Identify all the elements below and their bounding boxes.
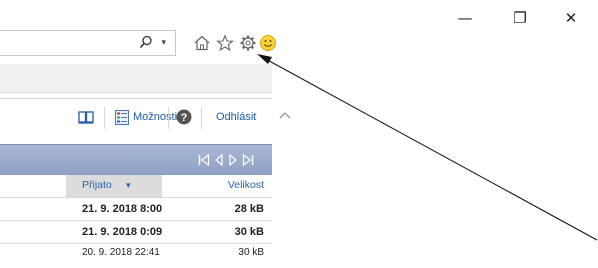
annotation-arrow: [257, 54, 598, 241]
